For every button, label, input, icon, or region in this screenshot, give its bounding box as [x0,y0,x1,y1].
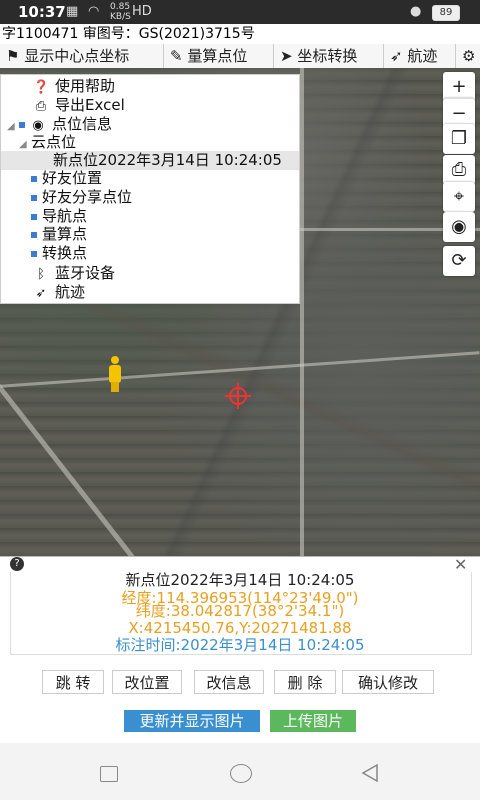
tree-item-friend-location[interactable]: 好友位置 [31,169,102,188]
refresh-button[interactable]: ⟳ [443,246,475,276]
net-speed-value: 0.85 [110,2,131,12]
tree-item-label: 量算点 [42,225,88,243]
toolbar-label: 航迹 [407,47,438,65]
hd-icon: HD [132,4,152,19]
system-navigation-bar [0,746,480,800]
tree-item-point-info[interactable]: ◢ ◉ 点位信息 [7,115,112,134]
refresh-show-image-button[interactable]: 更新并显示图片 [124,710,260,732]
settings-button[interactable]: ⚙ [456,44,480,68]
layer-tree-panel: ❓ 使用帮助 ⎙ 导出Excel ◢ ◉ 点位信息 ◢ 云点位 新点位2022年3月14日… [0,74,300,304]
checkbox[interactable] [31,194,37,201]
toolbar-label: 显示中心点坐标 [24,47,130,65]
status-time: 10:37 [18,3,66,21]
toolbar-label: 量算点位 [187,47,248,65]
bluetooth-icon: ᛒ [37,267,45,282]
tree-item-export-excel[interactable]: ⎙ 导出Excel [21,96,125,115]
eye-button[interactable]: ◉ [443,212,475,242]
wifi-icon: ◠ [88,4,100,19]
checkbox[interactable] [31,231,37,238]
navigation-icon: ➶ [35,286,47,301]
help-icon[interactable]: ? [10,557,24,571]
tree-item-label: 导航点 [42,207,88,225]
tree-item-label: 点位信息 [52,115,113,133]
tree-item-convert-points[interactable]: 转换点 [31,244,87,263]
tree-item-label: 云点位 [31,133,77,151]
change-info-button[interactable]: 改信息 [194,670,264,694]
measure-points-button[interactable]: ✎ 量算点位 [164,44,274,68]
printer-button[interactable]: ⎙ [443,155,475,185]
help-icon: ❓ [33,80,50,95]
approval-number-line: 字1100471 审图号：GS(2021)3715号 [0,24,480,44]
track-button[interactable]: ➶ 航迹 [384,44,456,68]
checkbox[interactable] [31,213,37,220]
change-position-button[interactable]: 改位置 [112,670,182,694]
gear-icon: ⚙ [462,47,476,65]
app-notification-icon: ● [410,4,422,19]
layers-button[interactable]: ❐ [443,124,475,154]
tree-item-label: 新点位2022年3月14日 10:24:05 [53,151,282,169]
toolbar-label: 坐标转换 [297,47,358,65]
net-speed-unit: KB/S [110,12,131,22]
edit-icon: ✎ [170,47,183,65]
confirm-edit-button[interactable]: 确认修改 [342,670,434,694]
point-title: 新点位2022年3月14日 10:24:05 [125,571,355,589]
locate-button[interactable]: ⌖ [443,182,475,212]
recent-apps-icon[interactable] [100,766,118,782]
tree-item-bluetooth[interactable]: ᛒ 蓝牙设备 [21,264,115,283]
toolbar: ⚑ 显示中心点坐标 ✎ 量算点位 ➤ 坐标转换 ➶ 航迹 ⚙ [0,44,480,69]
person-marker-icon[interactable] [108,356,122,392]
print-icon: ⎙ [35,99,47,114]
tree-item-label: 好友位置 [42,169,103,187]
tree-item-measure-points[interactable]: 量算点 [31,225,87,244]
map-road [300,68,304,556]
tree-item-cloud-points[interactable]: ◢ 云点位 [19,133,76,152]
map-road [0,358,165,556]
jump-button[interactable]: 跳 转 [42,670,104,694]
tree-item-label: 使用帮助 [55,77,116,95]
collapse-arrow-icon[interactable]: ◢ [7,117,15,136]
coordinate-convert-button[interactable]: ➤ 坐标转换 [274,44,384,68]
tree-item-nav-points[interactable]: 导航点 [31,207,87,226]
tree-item-track[interactable]: ➶ 航迹 [21,283,85,302]
tree-item-help[interactable]: ❓ 使用帮助 [21,77,115,96]
checkbox[interactable] [31,175,37,182]
center-crosshair-icon [225,383,251,409]
checkbox[interactable] [31,250,37,257]
battery-indicator: 89 [432,5,460,21]
navigation-icon: ➶ [390,47,403,65]
show-center-coordinates-button[interactable]: ⚑ 显示中心点坐标 [0,44,164,68]
tree-item-label: 转换点 [42,244,88,262]
net-speed: 0.85 KB/S [110,2,131,22]
tree-item-label: 导出Excel [55,96,125,114]
mark-time-text: 标注时间:2022年3月14日 10:24:05 [115,636,365,654]
flag-icon: ⚑ [6,47,20,65]
send-icon: ➤ [280,47,293,65]
tree-item-label: 蓝牙设备 [55,264,116,282]
home-icon[interactable] [230,764,252,783]
status-bar: 10:37 ▦ ◠ 0.85 KB/S HD ● 89 [0,0,480,26]
tree-item-label: 好友分享点位 [42,188,133,206]
grid-icon: ▦ [66,4,79,19]
tree-item-label: 航迹 [55,283,86,301]
checkbox[interactable] [19,121,25,128]
delete-button[interactable]: 删 除 [274,670,336,694]
upload-image-button[interactable]: 上传图片 [270,710,356,732]
back-icon[interactable] [360,763,380,783]
tree-item-friend-shared-points[interactable]: 好友分享点位 [31,188,132,207]
tree-item-new-point[interactable]: 新点位2022年3月14日 10:24:05 [1,151,299,170]
